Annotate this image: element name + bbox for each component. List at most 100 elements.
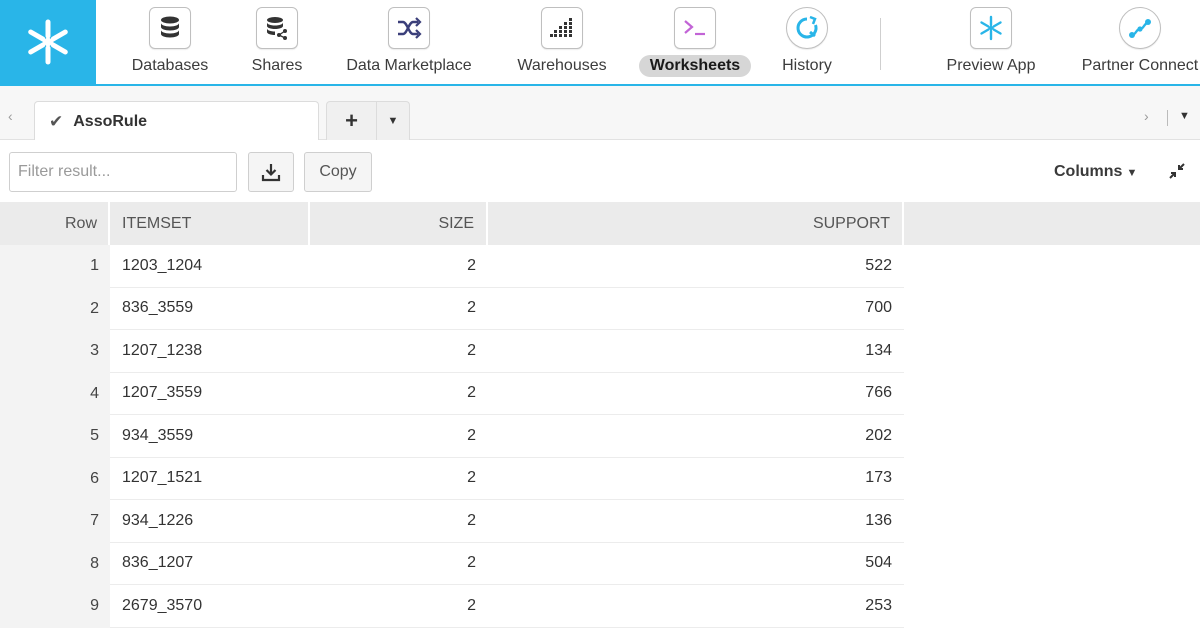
nav-data-marketplace[interactable]: Data Marketplace [336, 0, 482, 84]
cell-size[interactable]: 2 [308, 543, 488, 585]
checkmark-icon: ✔ [49, 111, 64, 131]
header-size[interactable]: SIZE [310, 202, 488, 245]
cell-support[interactable]: 504 [488, 543, 904, 585]
columns-label: Columns [1054, 163, 1123, 180]
cell-size[interactable]: 2 [308, 458, 488, 500]
cell-size[interactable]: 2 [308, 585, 488, 628]
collapse-icon[interactable] [1168, 162, 1186, 185]
tab-divider [1167, 110, 1168, 126]
header-support[interactable]: SUPPORT [488, 202, 904, 245]
top-navigation: Databases Shares Data Marketplace Wareho… [0, 0, 1200, 86]
row-number: 8 [0, 542, 110, 585]
nav-label-worksheets: Worksheets [638, 55, 752, 77]
download-button[interactable] [248, 152, 294, 192]
table-row[interactable]: 1 1203_1204 2 522 [0, 245, 1200, 288]
cell-support[interactable]: 766 [488, 373, 904, 415]
shuffle-icon [388, 7, 430, 49]
worksheet-tab-bar: ‹ ✔ AssoRule + ▼ › ▼ [0, 86, 1200, 141]
cell-support[interactable]: 522 [488, 245, 904, 288]
cell-size[interactable]: 2 [308, 245, 488, 288]
snowflake-logo-icon [28, 19, 68, 65]
scroll-right-icon[interactable]: › [1144, 108, 1149, 124]
cell-itemset[interactable]: 1207_3559 [110, 373, 308, 415]
warehouse-grid-icon [541, 7, 583, 49]
cell-itemset[interactable]: 1203_1204 [110, 245, 308, 288]
cell-support[interactable]: 700 [488, 288, 904, 330]
cell-support[interactable]: 253 [488, 585, 904, 628]
add-worksheet-control: + ▼ [326, 101, 410, 140]
snowflake-logo[interactable] [0, 0, 96, 84]
cell-size[interactable]: 2 [308, 330, 488, 373]
header-itemset[interactable]: ITEMSET [110, 202, 310, 245]
table-row[interactable]: 7 934_1226 2 136 [0, 500, 1200, 543]
nav-label-preview-app: Preview App [946, 57, 1036, 74]
table-row[interactable]: 2 836_3559 2 700 [0, 287, 1200, 330]
chevron-down-icon[interactable]: ▼ [377, 102, 409, 140]
worksheet-tab-assorule[interactable]: ✔ AssoRule [34, 101, 319, 141]
row-number: 2 [0, 287, 110, 330]
nav-warehouses[interactable]: Warehouses [510, 0, 614, 84]
nav-label-databases: Databases [131, 57, 209, 74]
nav-partner-connect[interactable]: Partner Connect [1070, 0, 1200, 84]
nav-label-history: History [782, 57, 832, 74]
nav-shares[interactable]: Shares [242, 0, 312, 84]
database-icon [149, 7, 191, 49]
header-row[interactable]: Row [0, 202, 110, 245]
nav-history[interactable]: History [770, 0, 844, 84]
cell-size[interactable]: 2 [308, 288, 488, 330]
columns-chevron-down-icon: ▼ [1126, 167, 1138, 179]
add-worksheet-button[interactable]: + [327, 102, 377, 140]
row-number: 9 [0, 585, 110, 628]
results-table: Row ITEMSET SIZE SUPPORT 1 1203_1204 2 5… [0, 202, 1200, 628]
cell-size[interactable]: 2 [308, 415, 488, 458]
nav-preview-app[interactable]: Preview App [936, 0, 1046, 84]
shared-database-icon [256, 7, 298, 49]
filter-result-input[interactable] [9, 152, 237, 192]
cell-itemset[interactable]: 934_1226 [110, 500, 308, 543]
connect-nodes-icon [1119, 7, 1161, 49]
cell-size[interactable]: 2 [308, 373, 488, 415]
tab-label: AssoRule [73, 112, 148, 130]
scroll-left-icon[interactable]: ‹ [8, 108, 13, 124]
cell-size[interactable]: 2 [308, 500, 488, 543]
table-header: Row ITEMSET SIZE SUPPORT [0, 202, 1200, 245]
nav-label-partner-connect: Partner Connect [1081, 57, 1199, 74]
cell-itemset[interactable]: 836_1207 [110, 543, 308, 585]
download-icon [261, 164, 281, 182]
cell-support[interactable]: 134 [488, 330, 904, 373]
cell-itemset[interactable]: 1207_1238 [110, 330, 308, 373]
row-number: 4 [0, 372, 110, 415]
cell-support[interactable]: 202 [488, 415, 904, 458]
results-toolbar: Copy Columns▼ [0, 140, 1200, 202]
cell-itemset[interactable]: 836_3559 [110, 288, 308, 330]
nav-databases[interactable]: Databases [130, 0, 210, 84]
row-number: 7 [0, 500, 110, 543]
table-row[interactable]: 9 2679_3570 2 253 [0, 585, 1200, 628]
copy-button[interactable]: Copy [304, 152, 372, 192]
cell-support[interactable]: 173 [488, 458, 904, 500]
nav-label-shares: Shares [251, 57, 303, 74]
nav-worksheets[interactable]: Worksheets [638, 0, 752, 84]
nav-label-data-marketplace: Data Marketplace [346, 57, 472, 74]
tab-list-chevron-down-icon[interactable]: ▼ [1179, 110, 1190, 122]
table-row[interactable]: 4 1207_3559 2 766 [0, 372, 1200, 415]
cell-itemset[interactable]: 2679_3570 [110, 585, 308, 628]
nav-label-warehouses: Warehouses [517, 57, 607, 74]
columns-dropdown[interactable]: Columns ▼ [1054, 163, 1137, 181]
nav-divider [880, 18, 881, 70]
history-refresh-icon [786, 7, 828, 49]
table-row[interactable]: 5 934_3559 2 202 [0, 415, 1200, 458]
terminal-icon [674, 7, 716, 49]
row-number: 1 [0, 245, 110, 288]
table-row[interactable]: 3 1207_1238 2 134 [0, 330, 1200, 373]
header-filler [904, 202, 1200, 245]
snowflake-icon [970, 7, 1012, 49]
cell-support[interactable]: 136 [488, 500, 904, 543]
cell-itemset[interactable]: 1207_1521 [110, 458, 308, 500]
row-number: 5 [0, 415, 110, 458]
table-row[interactable]: 8 836_1207 2 504 [0, 542, 1200, 585]
cell-itemset[interactable]: 934_3559 [110, 415, 308, 458]
table-row[interactable]: 6 1207_1521 2 173 [0, 457, 1200, 500]
row-number: 3 [0, 330, 110, 373]
row-number: 6 [0, 457, 110, 500]
